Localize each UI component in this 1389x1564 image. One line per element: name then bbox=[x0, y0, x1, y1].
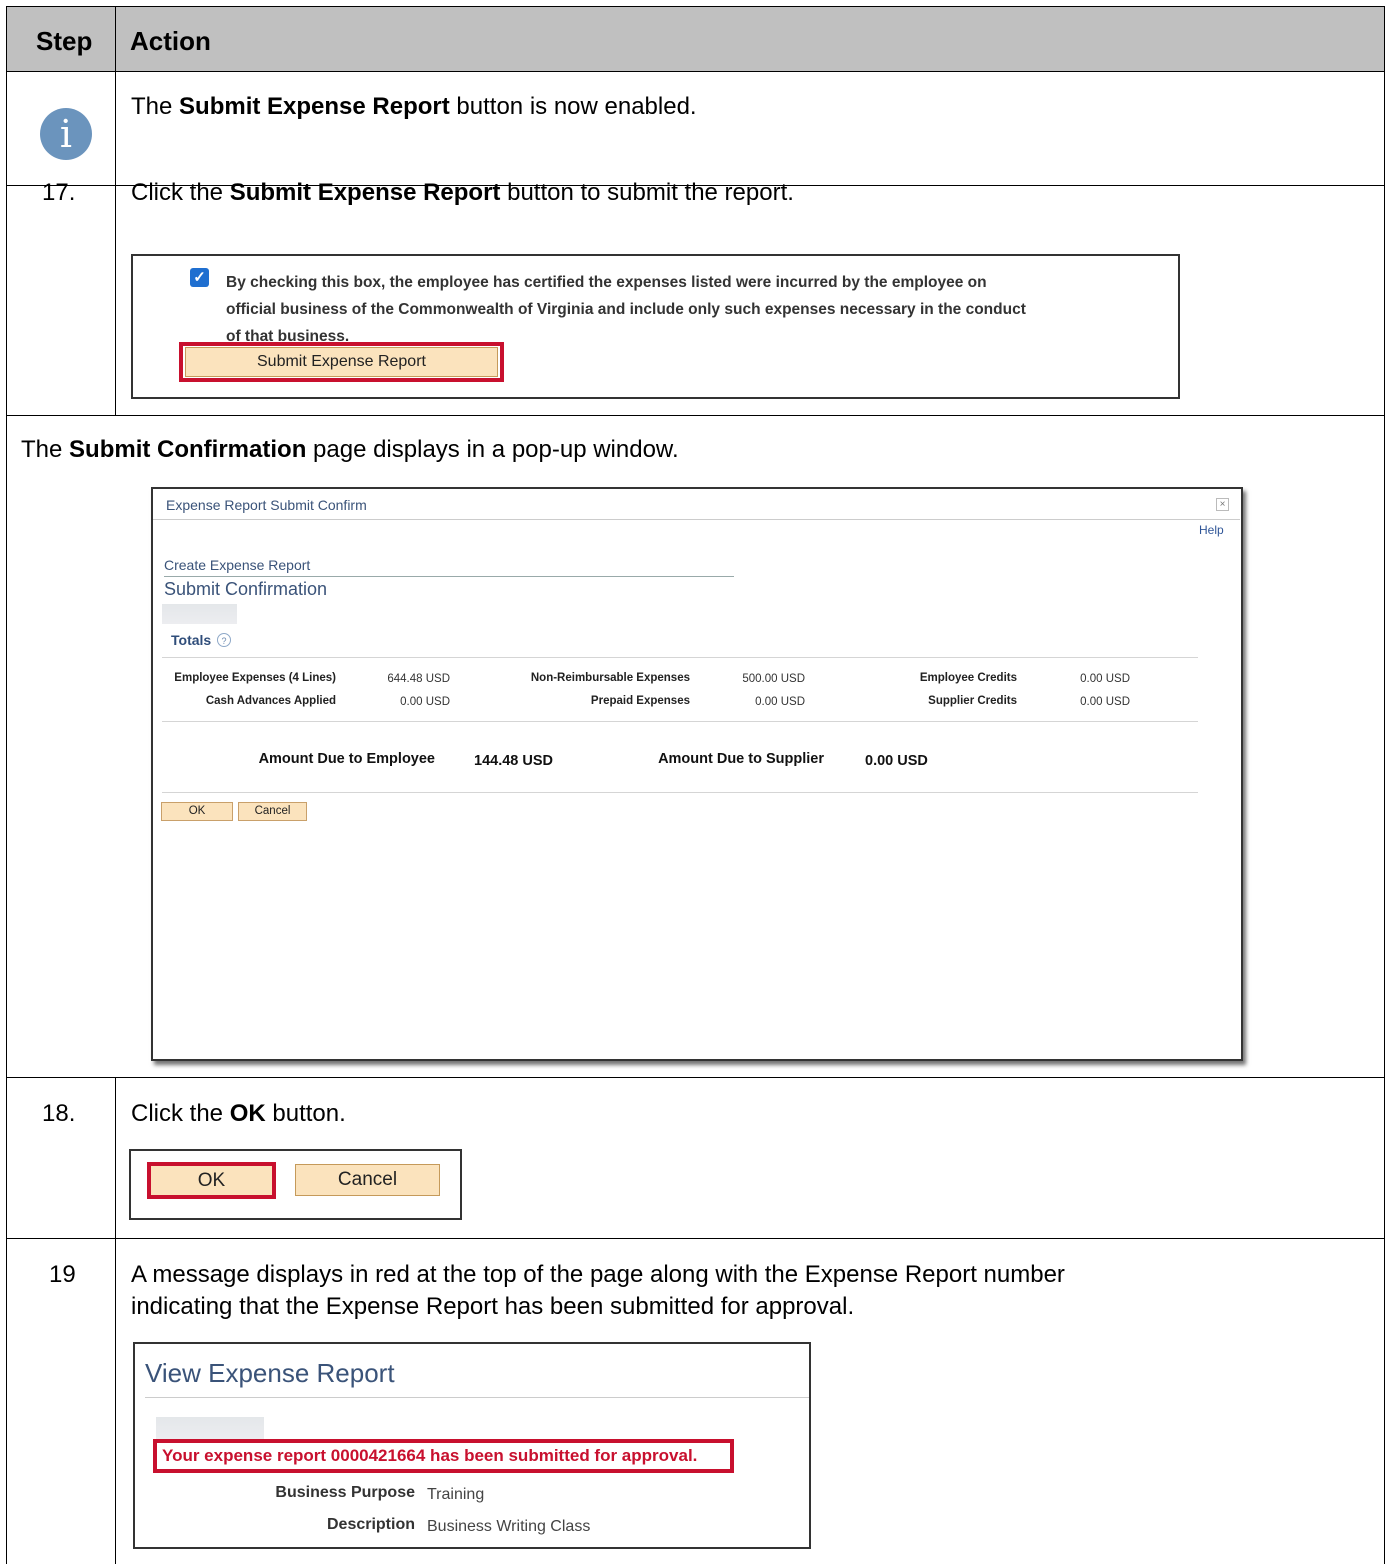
redacted-name bbox=[156, 1417, 264, 1439]
header-step: Step bbox=[36, 26, 93, 56]
breadcrumb-underline bbox=[164, 576, 734, 577]
amount-due-employee-value: 144.48 USD bbox=[474, 753, 553, 769]
cash-advances-value: 0.00 USD bbox=[400, 696, 450, 708]
title-divider bbox=[145, 1397, 809, 1398]
certification-checkbox[interactable]: ✓ bbox=[190, 268, 209, 287]
help-link[interactable]: Help bbox=[1199, 523, 1224, 537]
popup-cancel-button[interactable]: Cancel bbox=[238, 802, 307, 821]
step-instruction: Click the Submit Expense Report button t… bbox=[131, 179, 794, 206]
table-left-border bbox=[6, 6, 7, 1564]
header-action: Action bbox=[130, 26, 211, 56]
step-instruction: Click the OK button. bbox=[131, 1100, 346, 1127]
certification-text-line: official business of the Commonwealth of… bbox=[226, 301, 1026, 318]
row-divider bbox=[6, 1238, 1385, 1239]
close-icon[interactable]: × bbox=[1216, 498, 1229, 511]
supplier-credits-value: 0.00 USD bbox=[1080, 696, 1130, 708]
popup-window bbox=[151, 487, 1243, 1061]
amount-due-supplier-value: 0.00 USD bbox=[865, 753, 928, 769]
step-instruction-line: A message displays in red at the top of … bbox=[131, 1261, 1065, 1288]
certification-text-line: By checking this box, the employee has c… bbox=[226, 274, 987, 291]
non-reimbursable-value: 500.00 USD bbox=[742, 673, 805, 685]
help-icon[interactable]: ? bbox=[217, 633, 231, 647]
cash-advances-label: Cash Advances Applied bbox=[205, 695, 336, 707]
view-expense-report-title: View Expense Report bbox=[145, 1358, 395, 1388]
column-divider bbox=[115, 6, 116, 415]
ok-button[interactable]: OK bbox=[147, 1162, 276, 1199]
popup-title: Expense Report Submit Confirm bbox=[166, 497, 367, 513]
prepaid-expenses-label: Prepaid Expenses bbox=[590, 695, 690, 707]
employee-credits-label: Employee Credits bbox=[919, 672, 1017, 684]
supplier-credits-label: Supplier Credits bbox=[928, 695, 1017, 707]
row-divider bbox=[6, 415, 1385, 416]
amounts-divider bbox=[162, 721, 1198, 722]
step-number: 17. bbox=[42, 179, 76, 206]
amount-due-employee-label: Amount Due to Employee bbox=[258, 751, 435, 767]
popup-intro-text: The Submit Confirmation page displays in… bbox=[21, 436, 679, 463]
info-text: The Submit Expense Report button is now … bbox=[131, 93, 697, 120]
step-instruction-line: indicating that the Expense Report has b… bbox=[131, 1293, 855, 1320]
popup-ok-button[interactable]: OK bbox=[161, 802, 233, 821]
employee-expenses-label: Employee Expenses (4 Lines) bbox=[174, 672, 336, 684]
totals-label: Totals bbox=[171, 632, 212, 648]
business-purpose-value: Training bbox=[427, 1486, 485, 1503]
step-number: 19 bbox=[49, 1261, 76, 1288]
row-divider bbox=[6, 1077, 1385, 1078]
redacted-name bbox=[162, 604, 237, 624]
highlight-box bbox=[179, 342, 504, 382]
amount-due-supplier-label: Amount Due to Supplier bbox=[658, 751, 824, 767]
column-divider bbox=[115, 1077, 116, 1564]
info-icon: i bbox=[40, 108, 92, 160]
table-header bbox=[6, 6, 1385, 72]
title-divider bbox=[153, 519, 1240, 520]
table-right-border bbox=[1384, 6, 1385, 1564]
prepaid-expenses-value: 0.00 USD bbox=[755, 696, 805, 708]
submitted-message: Your expense report 0000421664 has been … bbox=[153, 1439, 734, 1473]
step-number: 18. bbox=[42, 1100, 76, 1127]
totals-divider bbox=[162, 657, 1198, 658]
description-label: Description bbox=[326, 1516, 415, 1533]
cancel-button[interactable]: Cancel bbox=[295, 1164, 440, 1196]
buttons-divider bbox=[162, 792, 1198, 793]
description-value: Business Writing Class bbox=[427, 1518, 591, 1535]
breadcrumb[interactable]: Create Expense Report bbox=[164, 557, 310, 573]
employee-expenses-value: 644.48 USD bbox=[387, 673, 450, 685]
non-reimbursable-label: Non-Reimbursable Expenses bbox=[530, 672, 690, 684]
employee-credits-value: 0.00 USD bbox=[1080, 673, 1130, 685]
page-title: Submit Confirmation bbox=[164, 579, 328, 599]
business-purpose-label: Business Purpose bbox=[275, 1484, 415, 1501]
